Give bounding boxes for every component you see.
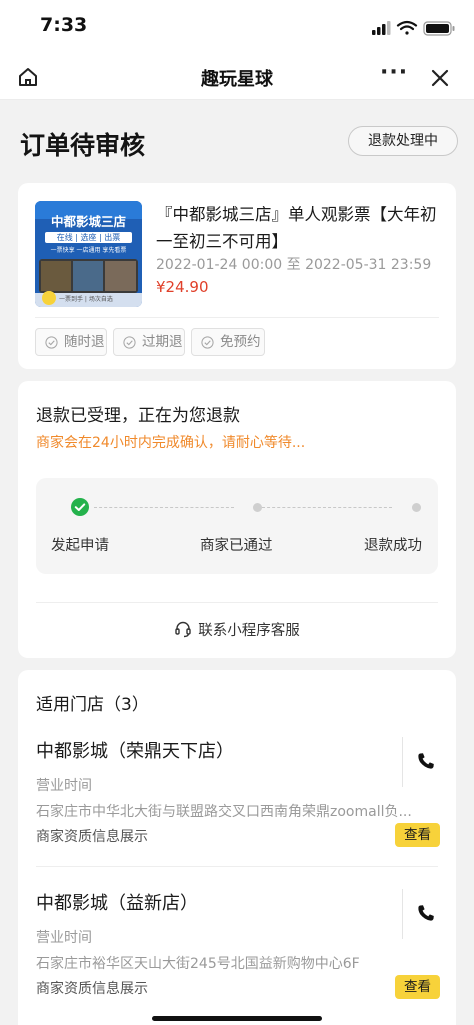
product-card[interactable]: 中都影城三店 在线 | 选座 | 出票 一票快享 一店通用 享先看票 一票到手 …: [18, 183, 456, 369]
applicable-stores-card: 适用门店（3） 中都影城（荣鼎天下店） 营业时间 石家庄市中华北大街与联盟路交叉…: [18, 670, 456, 1025]
stores-heading: 适用门店（3）: [36, 695, 149, 715]
store-address: 石家庄市中华北大街与联盟路交叉口西南角荣鼎zoomall负...: [36, 804, 412, 820]
contact-support-button[interactable]: 联系小程序客服: [18, 619, 456, 640]
phone-icon[interactable]: [416, 903, 436, 923]
wifi-icon: [396, 20, 418, 35]
view-license-button[interactable]: 查看: [395, 823, 440, 847]
product-title: 『中都影城三店』单人观影票【大年初一至初三不可用】: [156, 205, 437, 251]
store-divider: [36, 866, 438, 867]
store-item[interactable]: 中都影城（荣鼎天下店） 营业时间 石家庄市中华北大街与联盟路交叉口西南角荣鼎zo…: [18, 737, 456, 857]
thumb-sub-line: 一票快享 一店通用 享先看票: [50, 247, 127, 254]
product-validity-dates: 2022-01-24 00:00 至 2022-05-31 23:59: [156, 254, 431, 274]
product-price: ¥24.90: [156, 278, 209, 296]
refund-progress-card: 退款已受理，正在为您退款 商家会在24小时内完成确认，请耐心等待... 发起申请…: [18, 381, 456, 658]
date-start: 2022-01-24 00:00: [156, 257, 283, 273]
nav-bar: 趣玩星球 ···: [0, 56, 474, 100]
refund-heading: 退款已受理，正在为您退款: [36, 406, 240, 426]
tag-expired-refund: 过期退: [113, 328, 185, 356]
progress-connector: [94, 507, 234, 508]
check-circle-icon: [123, 336, 136, 349]
product-thumbnail[interactable]: 中都影城三店 在线 | 选座 | 出票 一票快享 一店通用 享先看票 一票到手 …: [35, 201, 142, 307]
refund-status-button[interactable]: 退款处理中: [348, 126, 458, 156]
refund-progress-steps: 发起申请 商家已通过 退款成功: [36, 478, 438, 574]
page-title: 订单待审核: [20, 131, 146, 160]
signal-icon: [372, 21, 391, 35]
store-name: 中都影城（益新店）: [36, 893, 198, 914]
step-pending-dot: [253, 503, 262, 512]
step-done-icon: [71, 498, 89, 516]
status-bar: 7:33: [0, 0, 474, 56]
status-time: 7:33: [40, 14, 88, 36]
tag-anytime-refund: 随时退: [35, 328, 107, 356]
tag-label: 过期退: [142, 334, 183, 350]
store-hours-label: 营业时间: [36, 930, 92, 946]
thumb-tags-line: 在线 | 选座 | 出票: [45, 232, 132, 243]
card-divider: [36, 602, 438, 603]
date-separator: 至: [286, 257, 301, 273]
check-circle-icon: [201, 336, 214, 349]
step-label-merchant-approved: 商家已通过: [200, 538, 273, 554]
store-item[interactable]: 中都影城（益新店） 营业时间 石家庄市裕华区天山大街245号北国益新购物中心6F…: [18, 889, 456, 1009]
close-icon[interactable]: [428, 66, 452, 90]
progress-connector: [262, 507, 392, 508]
tag-label: 随时退: [64, 334, 105, 350]
step-label-apply: 发起申请: [51, 538, 109, 554]
store-hours-label: 营业时间: [36, 778, 92, 794]
battery-icon: [423, 21, 455, 36]
store-name: 中都影城（荣鼎天下店）: [36, 741, 234, 762]
home-indicator: [152, 1016, 322, 1021]
divider: [402, 737, 403, 787]
status-icons: [372, 20, 455, 36]
tag-label: 免预约: [220, 334, 261, 350]
date-end: 2022-05-31 23:59: [305, 257, 432, 273]
store-license-label: 商家资质信息展示: [36, 981, 148, 997]
contact-support-label: 联系小程序客服: [198, 623, 300, 639]
tag-no-reservation: 免预约: [191, 328, 265, 356]
card-divider: [35, 317, 439, 318]
check-circle-icon: [45, 336, 58, 349]
phone-icon[interactable]: [416, 751, 436, 771]
more-icon[interactable]: ···: [380, 60, 408, 85]
step-pending-dot: [412, 503, 421, 512]
product-tags: 随时退 过期退 免预约: [35, 328, 445, 356]
store-address: 石家庄市裕华区天山大街245号北国益新购物中心6F: [36, 956, 360, 972]
step-label-refund-success: 退款成功: [364, 538, 422, 554]
thumb-headline: 中都影城三店: [50, 214, 126, 229]
refund-notice: 商家会在24小时内完成确认，请耐心等待...: [36, 435, 306, 451]
divider: [402, 889, 403, 939]
thumb-bottom-line: 一票到手 | 场次自选: [59, 296, 113, 303]
view-license-button[interactable]: 查看: [395, 975, 440, 999]
store-license-label: 商家资质信息展示: [36, 829, 148, 845]
headset-icon: [175, 621, 191, 638]
